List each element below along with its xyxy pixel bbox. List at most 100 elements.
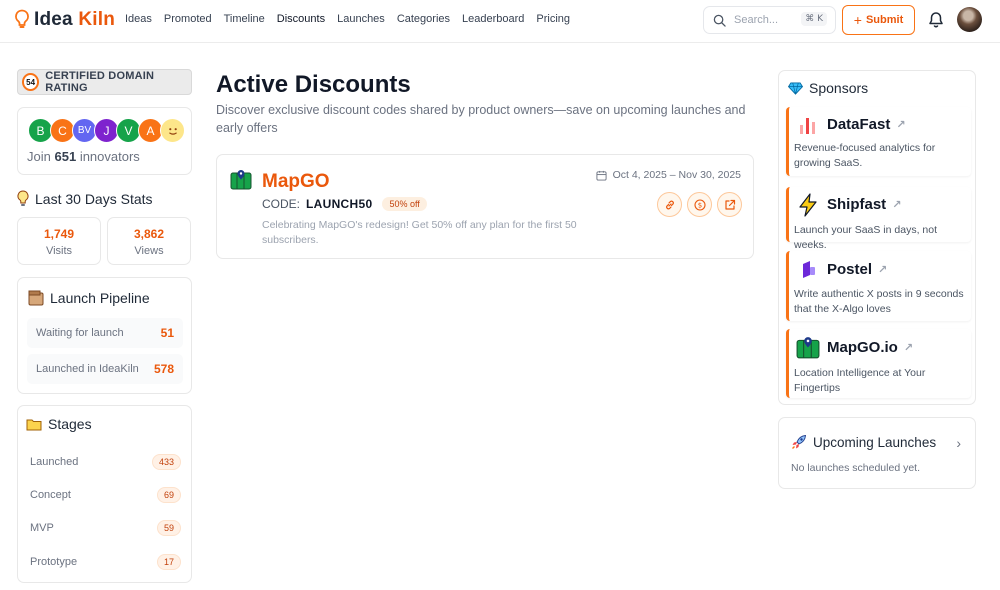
sponsors-card: Sponsors DataFast ↗ Revenue-focused analy…	[778, 70, 976, 405]
nav-discounts[interactable]: Discounts	[277, 13, 325, 25]
lightning-icon	[799, 193, 817, 217]
pipeline-value: 51	[160, 326, 174, 340]
folder-icon	[26, 419, 42, 431]
page-title: Active Discounts	[216, 71, 411, 98]
search-icon	[713, 14, 726, 27]
pipeline-heading: Launch Pipeline	[28, 290, 150, 306]
main-nav: Ideas Promoted Timeline Discounts Launch…	[125, 13, 570, 25]
stage-count: 17	[156, 554, 181, 570]
bell-icon[interactable]	[928, 11, 944, 29]
sponsors-title: Sponsors	[809, 80, 869, 96]
stage-prototype[interactable]: Prototype 17	[30, 554, 181, 570]
link-icon	[665, 200, 674, 209]
discount-badge: 50% off	[382, 197, 427, 211]
stage-count: 69	[156, 487, 181, 503]
views-value: 3,862	[133, 227, 165, 241]
nav-pricing[interactable]: Pricing	[536, 13, 570, 25]
launch-pipeline-card: Launch Pipeline Waiting for launch 51 La…	[17, 277, 192, 394]
search-shortcut: ⌘ K	[801, 12, 827, 26]
external-link-icon: ↗	[896, 119, 906, 131]
dollar-icon: $	[693, 198, 706, 211]
stage-launched[interactable]: Launched 433	[30, 454, 181, 470]
sponsor-description: Location Intelligence at Your Fingertips	[794, 367, 926, 394]
chevron-right-icon[interactable]: ›	[956, 435, 961, 451]
page-subtitle: Discover exclusive discount codes shared…	[216, 103, 746, 135]
upcoming-heading: Upcoming Launches	[791, 434, 936, 450]
upcoming-empty-text: No launches scheduled yet.	[791, 462, 920, 474]
user-avatar[interactable]	[957, 7, 982, 32]
sponsor-mapgo[interactable]: MapGO.io ↗ Location Intelligence at Your …	[786, 329, 971, 398]
pipeline-label: Waiting for launch	[36, 327, 124, 339]
stage-label: Launched	[30, 456, 79, 468]
stage-count: 59	[156, 520, 181, 536]
calendar-icon	[596, 170, 607, 181]
lightbulb-icon	[17, 190, 29, 206]
stages-card: Stages Launched 433 Concept 69 MVP 59 Pr…	[17, 405, 192, 583]
bar-chart-icon	[800, 118, 815, 134]
stage-label: MVP	[30, 522, 54, 534]
discount-code[interactable]: LAUNCH50	[306, 197, 372, 211]
submit-label: Submit	[865, 14, 904, 26]
search-input[interactable]: Search... ⌘ K	[703, 6, 836, 34]
innovators-card: B C BV J V A Join 651 innovators	[17, 107, 192, 175]
innovators-count: Join 651 innovators	[27, 149, 140, 164]
discount-card[interactable]: MapGO CODE: LAUNCH50 50% off Celebrating…	[216, 154, 754, 259]
map-icon	[230, 170, 252, 190]
certified-domain-rating[interactable]: 54 CERTIFIED DOMAIN RATING	[17, 69, 192, 95]
rating-badge: 54	[22, 73, 40, 91]
pricing-button[interactable]: $	[687, 192, 712, 217]
nav-promoted[interactable]: Promoted	[164, 13, 212, 25]
pipeline-launched[interactable]: Launched in IdeaKiln 578	[27, 354, 183, 384]
stage-concept[interactable]: Concept 69	[30, 487, 181, 503]
avatar-stack: B C BV J V A	[28, 118, 185, 143]
map-icon	[796, 337, 820, 359]
date-range: Oct 4, 2025 – Nov 30, 2025	[612, 169, 741, 181]
external-link-icon	[724, 199, 735, 210]
lightbulb-icon	[15, 9, 29, 28]
nav-leaderboard[interactable]: Leaderboard	[462, 13, 524, 25]
nav-categories[interactable]: Categories	[397, 13, 450, 25]
visits-stat: 1,749 Visits	[17, 217, 101, 265]
pipeline-waiting[interactable]: Waiting for launch 51	[27, 318, 183, 348]
rocket-icon	[792, 435, 806, 449]
logo-text: Idea Kiln	[34, 9, 115, 30]
sponsor-shipfast[interactable]: Shipfast ↗ Launch your SaaS in days, not …	[786, 187, 971, 251]
upcoming-title: Upcoming Launches	[813, 434, 937, 450]
sponsor-name: Postel ↗	[827, 261, 888, 278]
sponsor-name: DataFast ↗	[827, 116, 906, 133]
nav-timeline[interactable]: Timeline	[224, 13, 265, 25]
diamond-icon	[788, 81, 803, 95]
discount-product-name[interactable]: MapGO	[262, 171, 330, 193]
submit-button[interactable]: + Submit	[842, 5, 915, 35]
logo[interactable]: Idea Kiln	[14, 9, 115, 31]
upcoming-launches-card[interactable]: Upcoming Launches › No launches schedule…	[778, 417, 976, 489]
plus-icon: +	[853, 12, 862, 28]
pipeline-label: Launched in IdeaKiln	[36, 363, 139, 375]
cert-label: CERTIFIED DOMAIN RATING	[45, 70, 155, 94]
sponsors-heading: Sponsors	[788, 80, 868, 96]
stage-mvp[interactable]: MVP 59	[30, 520, 181, 536]
sponsor-name: MapGO.io ↗	[827, 339, 914, 356]
visits-label: Visits	[45, 245, 73, 257]
copy-link-button[interactable]	[657, 192, 682, 217]
nav-ideas[interactable]: Ideas	[125, 13, 152, 25]
discount-description: Celebrating MapGO's redesign! Get 50% of…	[262, 219, 577, 246]
open-external-button[interactable]	[717, 192, 742, 217]
visits-value: 1,749	[43, 227, 75, 241]
top-header: Idea Kiln Ideas Promoted Timeline Discou…	[0, 0, 1000, 43]
nav-launches[interactable]: Launches	[337, 13, 385, 25]
views-stat: 3,862 Views	[107, 217, 191, 265]
pipeline-title: Launch Pipeline	[50, 290, 150, 306]
pipeline-value: 578	[153, 362, 174, 376]
stats-heading: Last 30 Days Stats	[17, 190, 153, 207]
stage-label: Concept	[30, 489, 71, 501]
svg-text:$: $	[697, 201, 701, 209]
sponsor-description: Write authentic X posts in 9 seconds tha…	[794, 288, 964, 315]
sponsor-postel[interactable]: Postel ↗ Write authentic X posts in 9 sec…	[786, 251, 971, 321]
discount-code-row: CODE: LAUNCH50 50% off	[262, 197, 427, 211]
views-label: Views	[134, 245, 164, 257]
sponsor-datafast[interactable]: DataFast ↗ Revenue-focused analytics for …	[786, 107, 971, 176]
stage-label: Prototype	[30, 556, 78, 568]
search-placeholder: Search...	[734, 14, 779, 26]
box-icon	[28, 290, 44, 306]
